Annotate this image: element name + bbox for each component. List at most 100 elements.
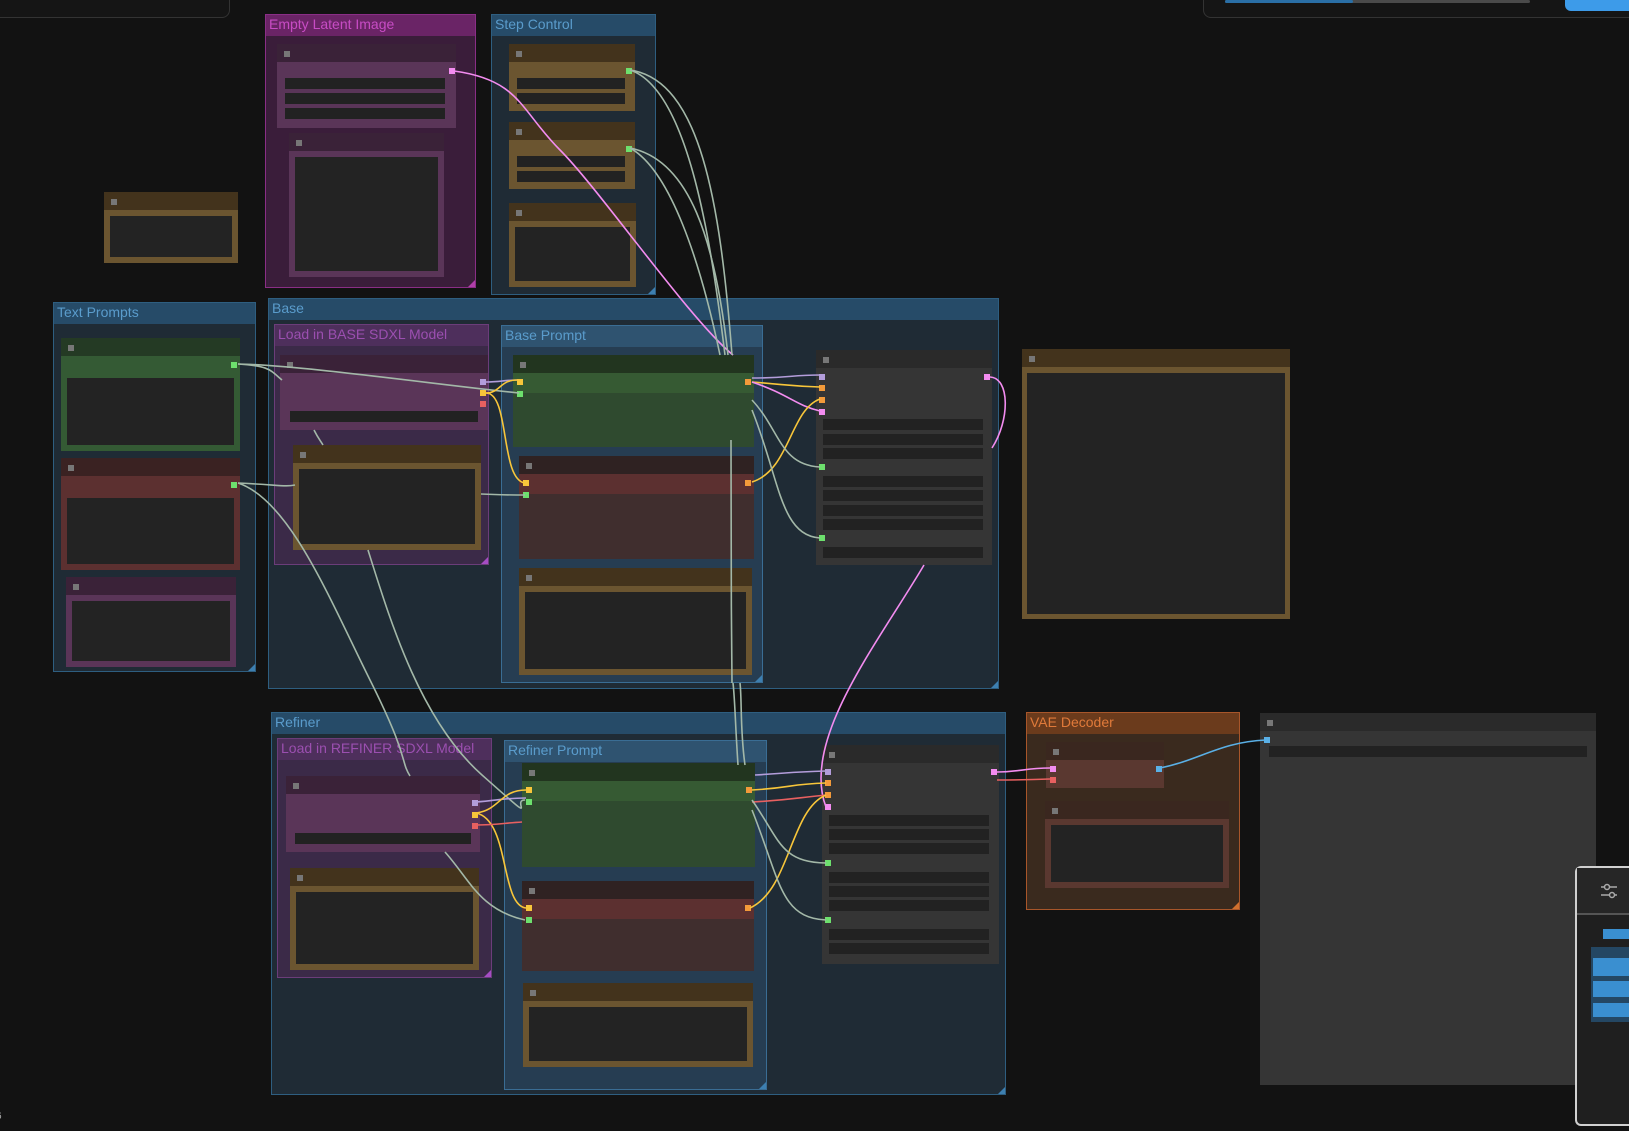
sampler-widget[interactable]	[829, 872, 989, 883]
prompt-textarea[interactable]	[67, 378, 234, 445]
vae-output-slot[interactable]	[480, 401, 486, 407]
string-output-slot[interactable]	[231, 482, 237, 488]
text-input-slot[interactable]	[523, 492, 529, 498]
clip-input-slot[interactable]	[517, 379, 523, 385]
positive-input-slot[interactable]	[819, 385, 825, 391]
sampler-widget[interactable]	[823, 419, 983, 430]
resize-handle[interactable]	[468, 280, 475, 287]
text-area[interactable]	[295, 157, 438, 271]
model-output-slot[interactable]	[480, 379, 486, 385]
value-widget[interactable]	[517, 93, 625, 104]
collapse-dot[interactable]	[529, 888, 535, 894]
height-widget[interactable]	[285, 93, 445, 104]
resize-handle[interactable]	[481, 557, 488, 564]
node-refiner-prompt-note[interactable]	[523, 983, 753, 1067]
panel-item[interactable]	[1603, 929, 1629, 939]
collapse-dot[interactable]	[1267, 720, 1273, 726]
width-widget[interactable]	[285, 78, 445, 89]
collapse-dot[interactable]	[287, 362, 293, 368]
value-widget[interactable]	[517, 156, 625, 167]
text-area[interactable]	[72, 601, 230, 661]
ckpt-name-widget[interactable]	[290, 411, 478, 422]
value-widget[interactable]	[517, 171, 625, 182]
node-refiner-ksampler[interactable]	[822, 745, 999, 964]
collapse-dot[interactable]	[529, 770, 535, 776]
resize-handle[interactable]	[648, 287, 655, 294]
resize-handle[interactable]	[998, 1087, 1005, 1094]
conditioning-output-slot[interactable]	[745, 905, 751, 911]
conditioning-output-slot[interactable]	[746, 787, 752, 793]
collapse-dot[interactable]	[516, 210, 522, 216]
ckpt-name-widget[interactable]	[295, 833, 471, 844]
text-input-slot[interactable]	[526, 917, 532, 923]
panel-item[interactable]	[1593, 981, 1629, 997]
clip-output-slot[interactable]	[472, 812, 478, 818]
negative-input-slot[interactable]	[825, 792, 831, 798]
node-floating-note[interactable]	[104, 192, 238, 263]
node-prompt-note[interactable]	[66, 577, 236, 667]
sampler-widget[interactable]	[823, 490, 983, 501]
collapse-dot[interactable]	[530, 990, 536, 996]
node-steps-2[interactable]	[509, 122, 635, 189]
text-area[interactable]	[110, 216, 232, 257]
node-large-note[interactable]	[1022, 349, 1290, 619]
collapse-dot[interactable]	[1052, 808, 1058, 814]
filename-prefix-widget[interactable]	[1269, 746, 1587, 757]
collapse-dot[interactable]	[829, 752, 835, 758]
positive-input-slot[interactable]	[825, 780, 831, 786]
collapse-dot[interactable]	[1029, 356, 1035, 362]
node-base-checkpoint-loader[interactable]	[280, 355, 488, 430]
node-latent-note[interactable]	[289, 133, 444, 277]
clip-input-slot[interactable]	[523, 480, 529, 486]
sampler-widget[interactable]	[829, 929, 989, 940]
clip-output-slot[interactable]	[480, 390, 486, 396]
sampler-widget[interactable]	[829, 943, 989, 954]
string-output-slot[interactable]	[231, 362, 237, 368]
steps-input-slot[interactable]	[819, 464, 825, 470]
node-base-negative-encoder[interactable]	[519, 456, 754, 559]
steps-input-slot[interactable]	[825, 917, 831, 923]
batch-widget[interactable]	[285, 108, 445, 119]
conditioning-output-slot[interactable]	[745, 379, 751, 385]
vae-output-slot[interactable]	[472, 823, 478, 829]
resize-handle[interactable]	[759, 1082, 766, 1089]
latent-output-slot[interactable]	[984, 374, 990, 380]
collapse-dot[interactable]	[68, 345, 74, 351]
collapse-dot[interactable]	[823, 357, 829, 363]
clip-input-slot[interactable]	[526, 787, 532, 793]
text-area[interactable]	[296, 892, 473, 964]
sampler-widget[interactable]	[829, 900, 989, 911]
node-empty-latent[interactable]	[277, 44, 456, 128]
text-area[interactable]	[299, 469, 475, 544]
sampler-widget[interactable]	[823, 547, 983, 558]
collapse-dot[interactable]	[526, 463, 532, 469]
resize-handle[interactable]	[484, 970, 491, 977]
text-area[interactable]	[1051, 825, 1223, 882]
sampler-widget[interactable]	[823, 448, 983, 459]
text-input-slot[interactable]	[526, 799, 532, 805]
collapse-dot[interactable]	[111, 199, 117, 205]
node-base-ksampler[interactable]	[816, 350, 992, 565]
negative-input-slot[interactable]	[819, 397, 825, 403]
node-base-note[interactable]	[293, 445, 481, 550]
node-vae-decode[interactable]	[1046, 742, 1164, 788]
images-input-slot[interactable]	[1264, 737, 1270, 743]
steps-input-slot[interactable]	[819, 535, 825, 541]
node-refiner-note[interactable]	[290, 868, 479, 970]
latent-output-slot[interactable]	[991, 769, 997, 775]
collapse-dot[interactable]	[73, 584, 79, 590]
model-input-slot[interactable]	[819, 374, 825, 380]
samples-input-slot[interactable]	[1050, 766, 1056, 772]
sampler-widget[interactable]	[829, 829, 989, 840]
collapse-dot[interactable]	[526, 575, 532, 581]
latent-input-slot[interactable]	[819, 409, 825, 415]
node-negative-prompt[interactable]	[61, 458, 240, 570]
resize-handle[interactable]	[755, 675, 762, 682]
int-output-slot[interactable]	[626, 68, 632, 74]
value-widget[interactable]	[517, 78, 625, 89]
text-area[interactable]	[525, 592, 746, 669]
sampler-widget[interactable]	[829, 886, 989, 897]
node-base-prompt-note[interactable]	[519, 568, 752, 675]
node-steps-1[interactable]	[509, 44, 635, 111]
text-input-slot[interactable]	[517, 391, 523, 397]
